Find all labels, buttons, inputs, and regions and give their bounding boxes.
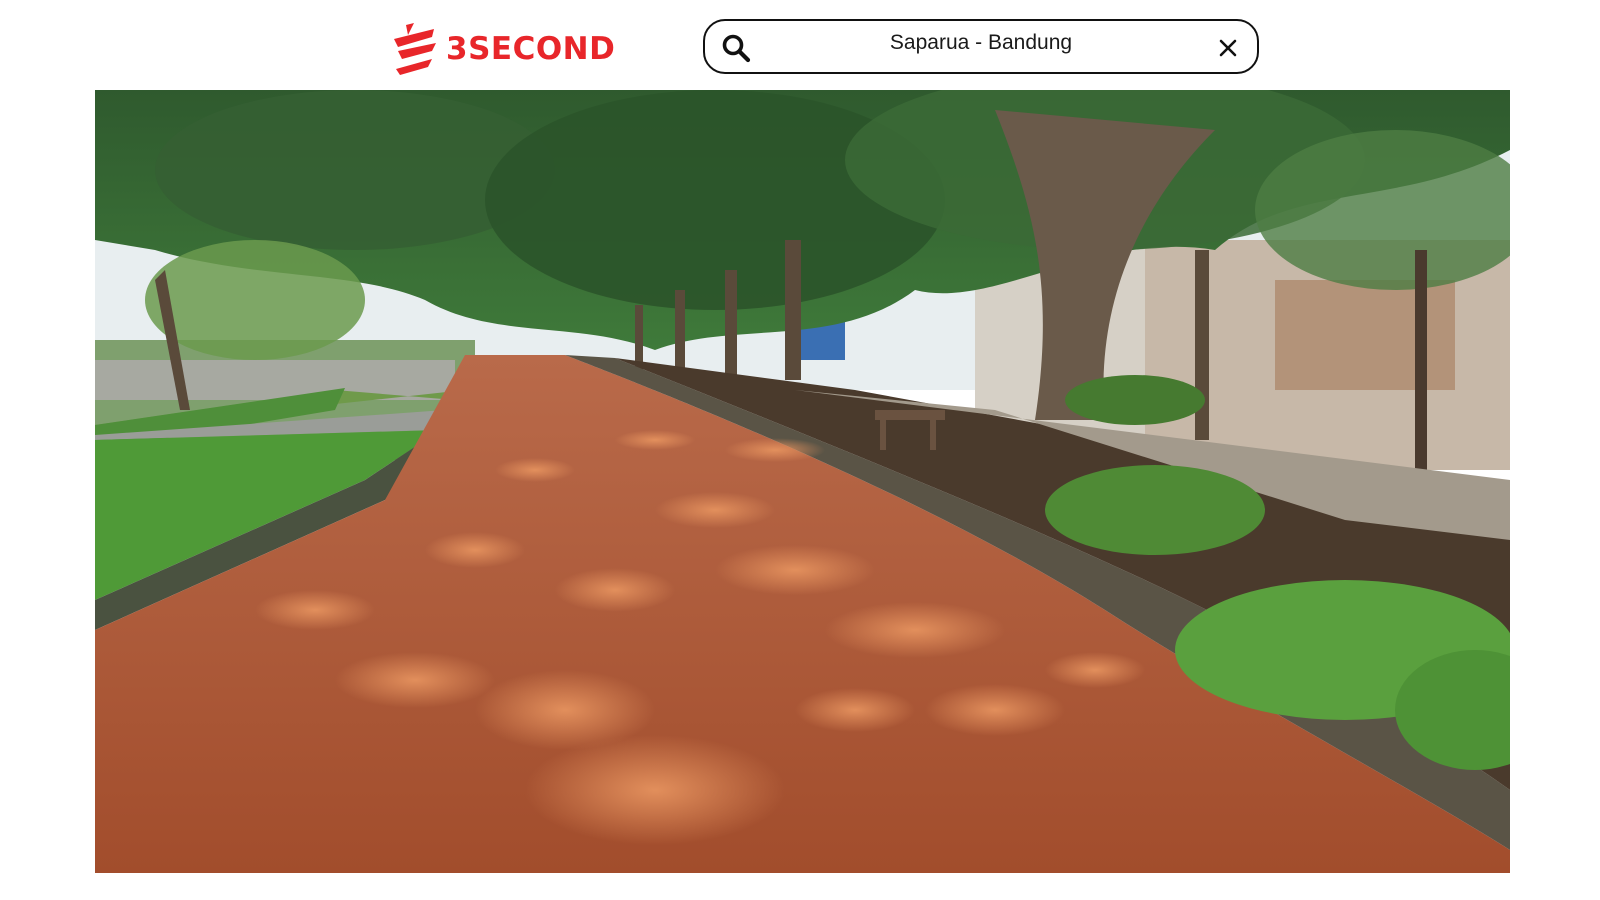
brand-logo[interactable]: 3SECOND <box>392 20 615 78</box>
park-scene-image <box>95 90 1510 873</box>
search-bar[interactable]: Saparua - Bandung <box>703 19 1259 74</box>
search-input[interactable]: Saparua - Bandung <box>765 31 1197 55</box>
close-icon[interactable] <box>1217 37 1239 59</box>
top-bar: 3SECOND Saparua - Bandung <box>0 0 1600 88</box>
logo-mark-icon <box>394 23 436 75</box>
search-icon[interactable] <box>721 33 751 63</box>
logo-text: 3SECOND <box>446 31 616 67</box>
park-photo <box>95 90 1510 873</box>
